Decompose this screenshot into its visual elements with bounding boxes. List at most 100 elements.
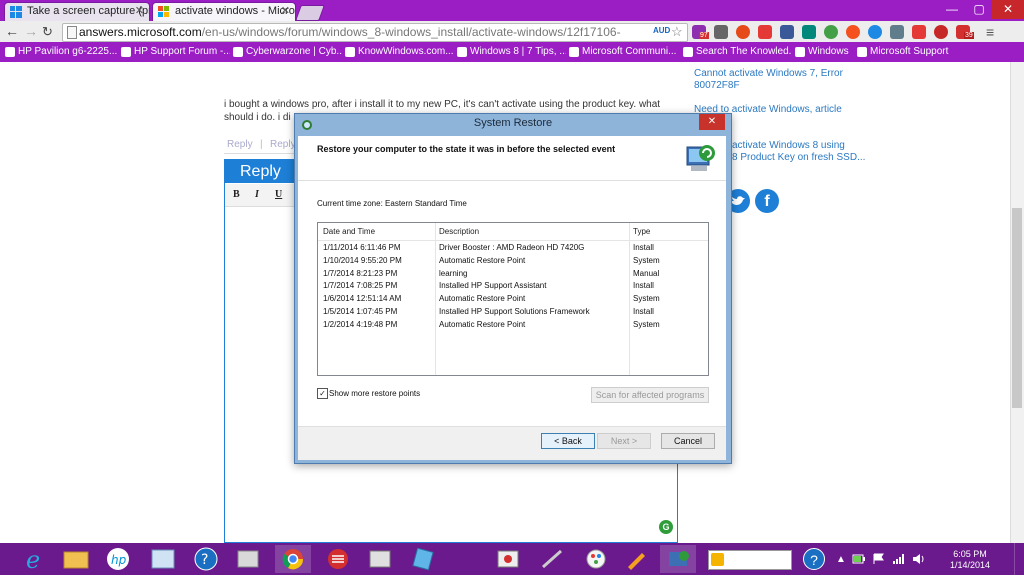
flag-icon[interactable] [872, 553, 886, 565]
show-desktop-button[interactable] [1014, 543, 1024, 575]
next-button[interactable]: Next > [597, 433, 651, 449]
microsoft-logo-icon [158, 6, 170, 18]
related-link[interactable]: activate Windows 8 using [732, 140, 872, 152]
network-icon[interactable] [892, 553, 906, 565]
bookmark-star-icon[interactable]: ☆ [671, 23, 683, 40]
svg-text:?: ? [201, 552, 208, 568]
dialog-close-button[interactable]: ✕ [699, 114, 725, 130]
chrome-icon[interactable] [275, 545, 311, 573]
column-header-date[interactable]: Date and Time [323, 227, 375, 236]
bookmark-microsoft-community[interactable]: Microsoft Communi... [568, 42, 680, 62]
maximize-button[interactable]: ▢ [966, 0, 992, 19]
table-row[interactable]: 1/2/2014 4:19:48 PM Automatic Restore Poi… [318, 319, 708, 332]
facebook-icon[interactable]: f [755, 189, 779, 213]
screen-capture-icon[interactable] [230, 545, 266, 573]
hp-logo-icon[interactable]: hp [100, 545, 136, 573]
battery-icon[interactable] [852, 553, 866, 565]
help-icon[interactable]: ? [803, 548, 825, 570]
column-header-description[interactable]: Description [439, 227, 479, 236]
extension-icons: 97 39 ≡ [690, 23, 1024, 41]
table-row[interactable]: 1/7/2014 8:21:23 PM learning Manual [318, 268, 708, 281]
extension-icon[interactable] [758, 25, 772, 39]
file-explorer-icon[interactable] [58, 545, 94, 573]
notes-app-icon[interactable] [405, 545, 441, 573]
microsoft-logo-icon [569, 47, 579, 57]
forward-arrow-icon[interactable]: → [24, 23, 38, 40]
column-header-type[interactable]: Type [633, 227, 650, 236]
page-icon [67, 26, 77, 39]
badge-count: 97 [699, 32, 709, 39]
volume-icon[interactable] [912, 553, 926, 565]
table-row[interactable]: 1/5/2014 1:07:45 PM Installed HP Support … [318, 306, 708, 319]
bookmark-hp-support-forum[interactable]: HP Support Forum -... [120, 42, 230, 62]
tab-screen-capture[interactable]: Take a screen capture (pri ✕ [4, 2, 150, 21]
bookmark-windows[interactable]: Windows [794, 42, 854, 62]
tab-close-icon[interactable]: ✕ [135, 3, 144, 20]
dialog-header [298, 136, 726, 181]
back-button[interactable]: < Back [541, 433, 595, 449]
tab-label: Take a screen capture (pri [27, 5, 150, 17]
minimize-button[interactable]: — [938, 0, 966, 19]
extension-icon[interactable] [846, 25, 860, 39]
extension-icon[interactable] [714, 25, 728, 39]
cancel-button[interactable]: Cancel [661, 433, 715, 449]
reply-link[interactable]: Reply [270, 139, 296, 150]
bookmark-microsoft-support[interactable]: Microsoft Support [856, 42, 956, 62]
italic-button[interactable]: I [255, 189, 259, 200]
scan-affected-programs-button[interactable]: Scan for affected programs [591, 387, 709, 403]
menu-icon[interactable]: ≡ [986, 23, 994, 41]
underline-button[interactable]: U [275, 189, 282, 200]
bookmark-cyberwarzone[interactable]: Cyberwarzone | Cyb... [232, 42, 342, 62]
windows-logo-icon [10, 6, 22, 18]
extension-icon[interactable] [780, 25, 794, 39]
related-link[interactable]: 8 Product Key on fresh SSD... [732, 152, 872, 164]
address-bar[interactable]: answers.microsoft.com/en-us/windows/foru… [62, 23, 688, 42]
bookmark-hp-pavilion[interactable]: HP Pavilion g6-2225... [4, 42, 118, 62]
extension-icon[interactable] [934, 25, 948, 39]
table-row[interactable]: 1/6/2014 12:51:14 AM Automatic Restore Po… [318, 293, 708, 306]
bookmark-search-knowledge[interactable]: Search The Knowled... [682, 42, 792, 62]
pen-icon[interactable] [618, 545, 654, 573]
address-domain: answers.microsoft.com [79, 25, 202, 39]
taskbar-search-input[interactable] [708, 550, 792, 570]
reply-header: Reply [240, 163, 281, 180]
grammarly-icon[interactable]: G [659, 520, 673, 534]
extension-icon[interactable] [868, 25, 882, 39]
extension-icon[interactable] [890, 25, 904, 39]
internet-explorer-icon[interactable]: e [18, 545, 54, 574]
show-more-label[interactable]: Show more restore points [329, 389, 420, 398]
system-restore-taskbar-icon[interactable] [660, 545, 696, 573]
related-link[interactable]: Cannot activate Windows 7, Error 80072F8… [694, 68, 874, 92]
reload-icon[interactable]: ↻ [42, 23, 53, 40]
clock[interactable]: 6:05 PM 1/14/2014 [940, 549, 1000, 571]
show-hidden-icons-icon[interactable]: ▲ [836, 554, 846, 565]
timezone-label: Current time zone: Eastern Standard Time [317, 199, 467, 208]
dialog-heading: Restore your computer to the state it wa… [317, 144, 616, 154]
close-button[interactable]: ✕ [992, 0, 1024, 19]
bold-button[interactable]: B [233, 189, 240, 200]
table-row[interactable]: 1/10/2014 9:55:20 PM Automatic Restore Po… [318, 255, 708, 268]
extension-icon[interactable] [912, 25, 926, 39]
table-row[interactable]: 1/11/2014 6:11:46 PM Driver Booster : AMD… [318, 242, 708, 255]
extension-icon[interactable] [824, 25, 838, 39]
bookmark-windows8-tips[interactable]: Windows 8 | 7 Tips, ... [456, 42, 566, 62]
hp-logo-icon [121, 47, 131, 57]
extension-icon[interactable] [802, 25, 816, 39]
tab-close-icon[interactable]: ✕ [281, 3, 290, 20]
reply-link[interactable]: Reply [227, 139, 253, 150]
pen-tool-icon[interactable] [535, 545, 571, 573]
recorder-icon[interactable] [490, 545, 526, 573]
table-row[interactable]: 1/7/2014 7:08:25 PM Installed HP Support … [318, 280, 708, 293]
audio-extension-icon[interactable]: AUD [653, 26, 670, 35]
show-more-checkbox[interactable]: ✓ [317, 388, 328, 399]
help-icon[interactable]: ? [188, 545, 224, 573]
app-icon[interactable] [362, 545, 398, 573]
paint-icon[interactable] [578, 545, 614, 573]
extension-icon[interactable] [736, 25, 750, 39]
music-app-icon[interactable] [320, 545, 356, 573]
bookmark-knowwindows[interactable]: KnowWindows.com... [344, 42, 454, 62]
tab-activate-windows[interactable]: activate windows - Micro ✕ [152, 2, 296, 21]
scrollbar-thumb[interactable] [1012, 208, 1022, 408]
back-arrow-icon[interactable]: ← [5, 23, 19, 40]
control-panel-icon[interactable] [145, 545, 181, 573]
